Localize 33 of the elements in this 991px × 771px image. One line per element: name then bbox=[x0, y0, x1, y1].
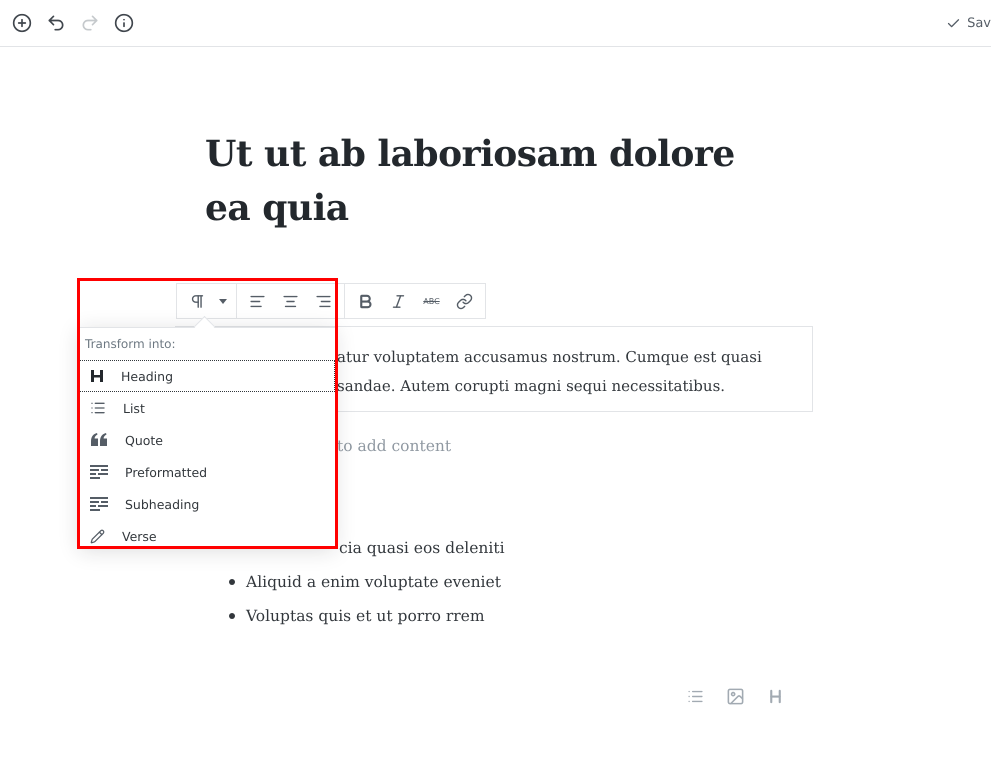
image-icon bbox=[726, 686, 744, 706]
pencil-icon bbox=[90, 528, 105, 544]
menu-item[interactable]: List bbox=[79, 392, 335, 424]
bold-icon bbox=[357, 292, 374, 310]
redo-icon bbox=[80, 13, 100, 33]
info-icon bbox=[114, 13, 134, 33]
caret-icon bbox=[219, 298, 227, 304]
italic-icon bbox=[390, 292, 407, 310]
list-icon bbox=[90, 400, 106, 416]
quote-icon bbox=[90, 433, 108, 447]
pilcrow-icon bbox=[189, 292, 206, 310]
paragraph-text: sandae. Autem corupti magni sequi necessitatibus. bbox=[337, 376, 726, 397]
info-button[interactable] bbox=[113, 12, 135, 34]
menu-item[interactable]: Subheading bbox=[79, 488, 335, 520]
text-lines-icon bbox=[90, 465, 108, 479]
save-button[interactable]: Sav bbox=[946, 16, 991, 30]
link-icon bbox=[456, 292, 473, 310]
menu-title: Transform into: bbox=[84, 336, 177, 353]
add-icon bbox=[12, 13, 32, 33]
strikethrough-button[interactable]: ABC bbox=[415, 284, 448, 318]
list-item-text: Aliquid a enim voluptate eveniet bbox=[246, 573, 501, 591]
list-item-text: Voluptas quis et ut porro rrem bbox=[246, 607, 485, 625]
post-title: Ut ut ab laboriosam dolore ea quia bbox=[205, 132, 736, 231]
undo-icon bbox=[46, 13, 66, 33]
menu-item[interactable]: Quote bbox=[79, 424, 335, 456]
text-lines-icon bbox=[90, 497, 108, 511]
paragraph-text: atur voluptatem accusamus nostrum. Cumque est quasi bbox=[337, 347, 763, 368]
menu-item[interactable]: Heading bbox=[79, 360, 335, 392]
menu-item[interactable]: Preformatted bbox=[79, 456, 335, 488]
menu-item[interactable]: Verse bbox=[79, 520, 335, 552]
heading-icon bbox=[90, 369, 104, 383]
list-item-text: cia quasi eos deleniti bbox=[339, 539, 505, 557]
add-block-button[interactable] bbox=[11, 12, 33, 34]
